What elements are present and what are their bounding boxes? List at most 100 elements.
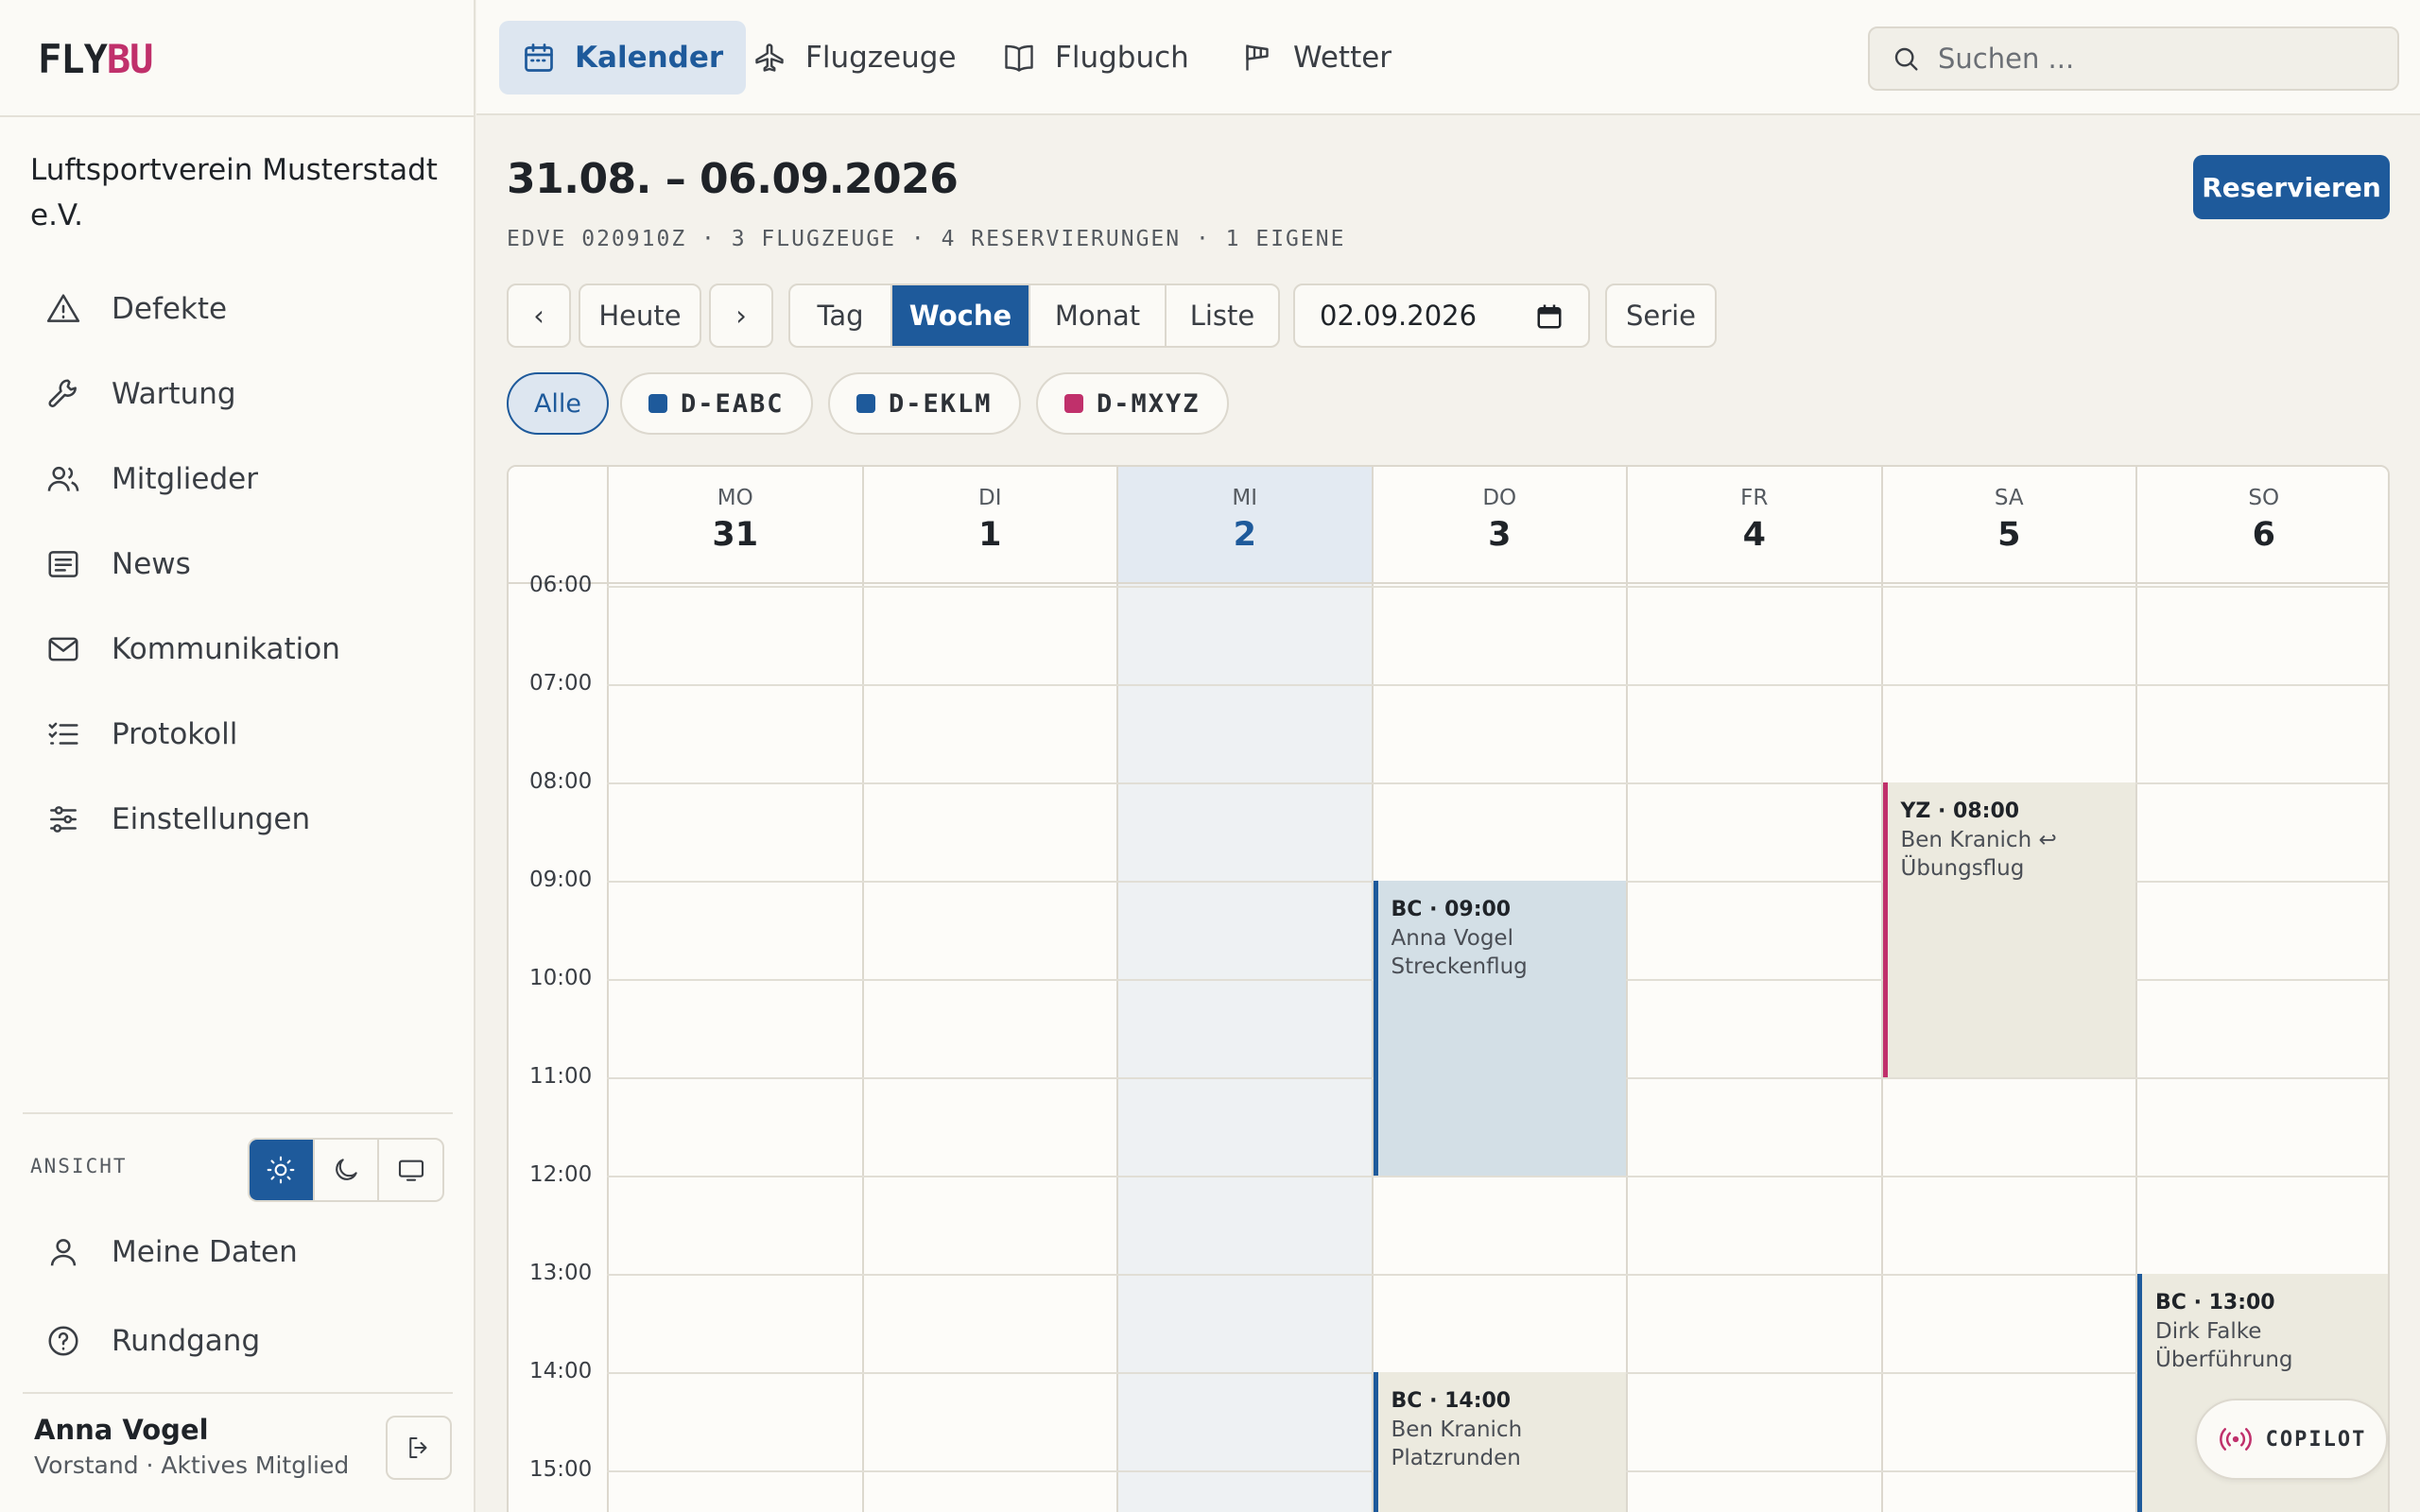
- app-logo[interactable]: FLYBU: [38, 36, 153, 82]
- summary-line: EDVE 020910Z · 3 FLUGZEUGE · 4 RESERVIER…: [507, 227, 1346, 251]
- mail-icon: [48, 637, 78, 662]
- time-label: 13:00: [529, 1261, 593, 1285]
- day-header-so[interactable]: SO 6: [2135, 467, 2388, 582]
- filter-chip-d-eklm[interactable]: D-EKLM: [828, 372, 1021, 435]
- tab-label: Kalender: [575, 41, 724, 75]
- plane-icon: [755, 43, 784, 72]
- logout-button[interactable]: [386, 1416, 452, 1480]
- today-button[interactable]: Heute: [579, 284, 701, 348]
- chip-label: D-EKLM: [889, 388, 993, 419]
- calendar-picker-icon[interactable]: [1535, 302, 1564, 331]
- theme-system-button[interactable]: [379, 1140, 442, 1200]
- reserve-button[interactable]: Reservieren: [2193, 155, 2390, 219]
- time-label: 14:00: [529, 1359, 593, 1383]
- day-name: MI: [1232, 486, 1258, 510]
- sidebar-item-einstellungen[interactable]: Einstellungen: [23, 777, 453, 862]
- view-monat-button[interactable]: Monat: [1030, 285, 1167, 346]
- tab-flugbuch[interactable]: Flugbuch: [979, 21, 1212, 94]
- tab-flugzeuge[interactable]: Flugzeuge: [730, 21, 979, 94]
- sidebar-item-label: News: [112, 547, 191, 581]
- day-name: MO: [717, 486, 753, 510]
- tab-kalender[interactable]: Kalender: [499, 21, 747, 94]
- logout-icon: [409, 1437, 427, 1458]
- event-title: BC · 09:00: [1391, 898, 1512, 921]
- view-woche-button[interactable]: Woche: [892, 285, 1030, 346]
- filter-chip-d-mxyz[interactable]: D-MXYZ: [1036, 372, 1229, 435]
- day-date: 4: [1742, 516, 1766, 554]
- tab-label: Wetter: [1293, 41, 1392, 75]
- tab-label: Flugzeuge: [805, 41, 957, 75]
- copilot-label: COPILOT: [2265, 1427, 2367, 1452]
- day-date: 2: [1233, 516, 1256, 554]
- day-date: 1: [978, 516, 1002, 554]
- time-label: 06:00: [529, 573, 593, 597]
- sidebar-item-news[interactable]: News: [23, 522, 453, 607]
- date-value: 02.09.2026: [1320, 300, 1478, 332]
- time-label: 12:00: [529, 1162, 593, 1187]
- day-header-mo[interactable]: MO 31: [607, 467, 862, 582]
- date-input[interactable]: 02.09.2026: [1293, 284, 1590, 348]
- tab-wetter[interactable]: Wetter: [1218, 21, 1414, 94]
- sidebar-item-kommunikation[interactable]: Kommunikation: [23, 607, 453, 692]
- reservation-event[interactable]: YZ · 08:00 Ben Kranich ↩ Übungsflug: [1882, 782, 2135, 1077]
- day-name: FR: [1740, 486, 1769, 510]
- event-title: YZ · 08:00: [1900, 799, 2020, 823]
- sidebar-item-label: Einstellungen: [112, 802, 311, 836]
- user-role: Vorstand · Aktives Mitglied: [34, 1452, 350, 1479]
- sidebar-item-label: Protokoll: [112, 717, 238, 751]
- day-header-do[interactable]: DO 3: [1371, 467, 1627, 582]
- sidebar-item-defekte[interactable]: Defekte: [23, 266, 453, 352]
- search-box[interactable]: [1868, 26, 2399, 91]
- chip-label: D-MXYZ: [1097, 388, 1201, 419]
- sidebar-nav: Defekte Wartung Mitglieder News Kommunik…: [23, 266, 453, 862]
- day-header-sa[interactable]: SA 5: [1880, 467, 2136, 582]
- sidebar-item-label: Meine Daten: [112, 1235, 298, 1269]
- sidebar-item-meine-daten[interactable]: Meine Daten: [23, 1210, 453, 1295]
- theme-dark-button[interactable]: [315, 1140, 380, 1200]
- view-tag-button[interactable]: Tag: [790, 285, 892, 346]
- hour-gridline: [607, 1274, 2388, 1276]
- color-dot: [1064, 394, 1083, 413]
- sidebar-item-protokoll[interactable]: Protokoll: [23, 692, 453, 777]
- search-input[interactable]: [1938, 43, 2392, 75]
- filter-chip-d-eabc[interactable]: D-EABC: [620, 372, 813, 435]
- sidebar-item-label: Mitglieder: [112, 462, 258, 496]
- reservation-event[interactable]: BC · 14:00 Ben Kranich Platzrunden: [1373, 1372, 1626, 1512]
- event-title: BC · 13:00: [2155, 1291, 2275, 1314]
- event-purpose: Platzrunden: [1391, 1446, 1521, 1470]
- sidebar-item-label: Wartung: [112, 377, 236, 411]
- theme-light-button[interactable]: [250, 1140, 315, 1200]
- hour-gridline: [607, 1176, 2388, 1177]
- next-button[interactable]: ›: [709, 284, 773, 348]
- day-name: SA: [1994, 486, 2024, 510]
- filter-chip-alle[interactable]: Alle: [507, 372, 609, 435]
- broadcast-icon: [2219, 1428, 2252, 1451]
- event-person: Anna Vogel: [1391, 926, 1513, 951]
- wrench-icon: [48, 379, 77, 407]
- event-person: Dirk Falke: [2155, 1319, 2262, 1344]
- view-section-label: ANSICHT: [30, 1155, 128, 1177]
- serie-button[interactable]: Serie: [1605, 284, 1717, 348]
- sidebar-item-wartung[interactable]: Wartung: [23, 352, 453, 437]
- day-header-di[interactable]: DI 1: [861, 467, 1117, 582]
- reservation-event[interactable]: BC · 09:00 Anna Vogel Streckenflug: [1373, 881, 1626, 1176]
- day-header-fr[interactable]: FR 4: [1626, 467, 1881, 582]
- theme-toggle: [248, 1138, 444, 1202]
- day-date: 6: [2252, 516, 2275, 554]
- warning-icon: [46, 294, 80, 322]
- chip-label: Alle: [533, 388, 582, 419]
- day-date: 5: [1997, 516, 2021, 554]
- sidebar-item-mitglieder[interactable]: Mitglieder: [23, 437, 453, 522]
- moon-icon: [336, 1159, 357, 1180]
- day-header-mi[interactable]: MI 2: [1116, 467, 1372, 582]
- event-purpose: Übungsflug: [1900, 856, 2025, 881]
- top-bar: Kalender Flugzeuge Flugbuch Wetter: [476, 0, 2420, 115]
- prev-button[interactable]: ‹: [507, 284, 571, 348]
- day-name: DI: [978, 486, 1002, 510]
- sidebar-item-rundgang[interactable]: Rundgang: [23, 1298, 453, 1383]
- time-label: 08:00: [529, 769, 593, 794]
- time-label: 09:00: [529, 868, 593, 892]
- copilot-button[interactable]: COPILOT: [2195, 1399, 2388, 1480]
- view-liste-button[interactable]: Liste: [1167, 285, 1278, 346]
- sidebar-item-label: Kommunikation: [112, 632, 340, 666]
